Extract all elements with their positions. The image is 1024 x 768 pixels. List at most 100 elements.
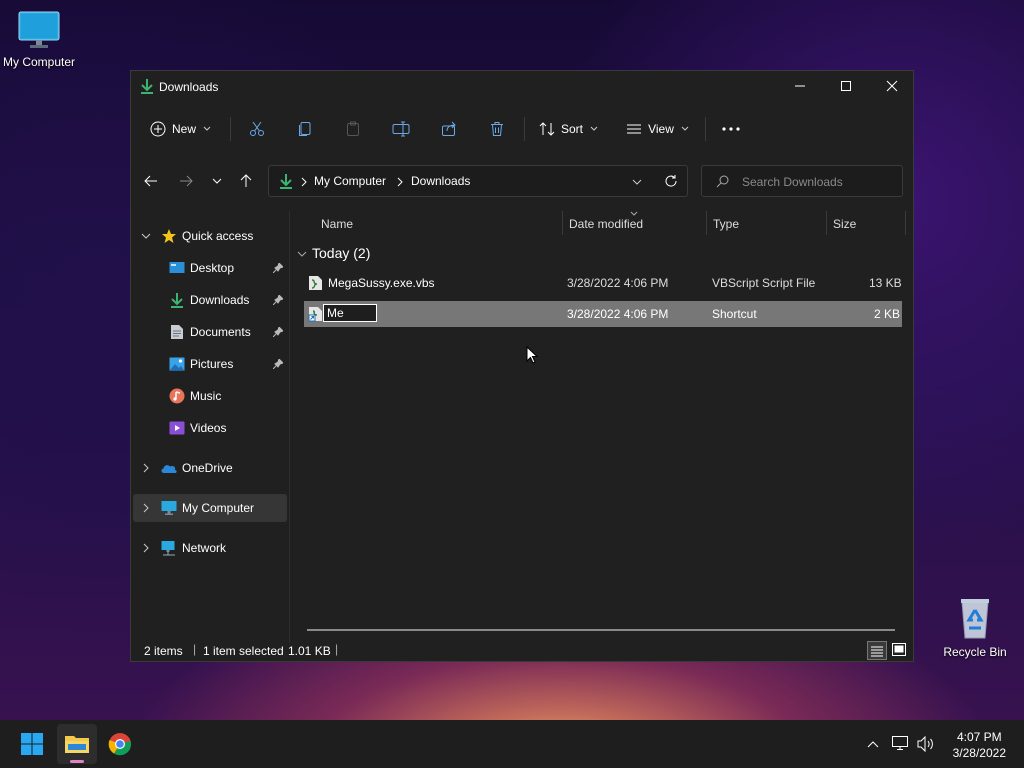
sidebar-divider[interactable] — [289, 211, 290, 643]
chevron-up-icon[interactable] — [866, 737, 880, 751]
file-name[interactable]: MegaSussy.exe.vbs — [328, 276, 435, 290]
close-button[interactable] — [869, 71, 915, 101]
pin-icon[interactable] — [273, 263, 283, 273]
sidebar-item-my-computer[interactable]: My Computer — [133, 494, 287, 522]
column-header-type[interactable]: Type — [713, 217, 739, 231]
delete-button[interactable] — [481, 109, 513, 149]
paste-button[interactable] — [337, 109, 369, 149]
refresh-icon[interactable] — [664, 174, 678, 188]
desktop-icon-recycle-bin[interactable]: Recycle Bin — [933, 596, 1017, 659]
chevron-right-icon[interactable] — [141, 543, 151, 553]
taskbar-clock[interactable]: 4:07 PM 3/28/2022 — [953, 729, 1006, 761]
arrow-left-icon — [144, 175, 157, 187]
forward-button[interactable] — [172, 167, 200, 195]
new-button[interactable]: New — [145, 109, 217, 149]
volume-icon[interactable] — [917, 736, 935, 752]
chevron-right-icon[interactable] — [141, 463, 151, 473]
column-separator[interactable] — [706, 211, 707, 235]
copy-button[interactable] — [289, 109, 321, 149]
maximize-icon — [841, 81, 851, 91]
sidebar-item-quick-access[interactable]: Quick access — [133, 222, 287, 250]
column-header-name[interactable]: Name — [321, 217, 353, 231]
taskbar-file-explorer[interactable] — [57, 724, 97, 764]
document-icon — [171, 325, 183, 339]
desktop-folder-icon — [169, 262, 185, 273]
column-header-size[interactable]: Size — [833, 217, 856, 231]
address-bar[interactable]: My Computer Downloads — [268, 165, 688, 197]
share-icon — [442, 121, 456, 136]
sidebar-item-label: Music — [190, 389, 222, 403]
sidebar-item-label: Quick access — [182, 229, 254, 243]
more-options-button[interactable] — [715, 109, 747, 149]
horizontal-scrollbar[interactable] — [307, 629, 895, 631]
details-view-button[interactable] — [867, 641, 887, 660]
mouse-cursor-icon — [526, 346, 539, 364]
pin-icon[interactable] — [273, 359, 283, 369]
table-row[interactable]: MegaSussy.exe.vbs 3/28/2022 4:06 PM VBSc… — [304, 270, 902, 296]
navigation-bar: My Computer Downloads — [131, 163, 913, 199]
breadcrumb-downloads[interactable]: Downloads — [411, 174, 470, 188]
file-row-megasussy[interactable] — [305, 340, 903, 366]
tiles-view-icon — [892, 643, 906, 656]
maximize-button[interactable] — [823, 71, 869, 101]
sidebar-item-desktop[interactable]: Desktop — [133, 254, 287, 282]
taskbar-chrome[interactable] — [100, 724, 140, 764]
chevron-down-icon — [590, 126, 598, 131]
sidebar-item-downloads[interactable]: Downloads — [133, 286, 287, 314]
sidebar-item-onedrive[interactable]: OneDrive — [133, 454, 287, 482]
sidebar-item-label: Pictures — [190, 357, 234, 371]
sidebar-item-network[interactable]: Network — [133, 534, 287, 562]
column-header-date[interactable]: Date modified — [569, 217, 643, 231]
search-input[interactable] — [740, 173, 894, 191]
sort-chevron-icon — [630, 211, 638, 216]
breadcrumb-my-computer[interactable]: My Computer — [314, 174, 386, 188]
arrow-up-icon — [240, 174, 252, 187]
column-separator[interactable] — [826, 211, 827, 235]
cut-button[interactable] — [241, 109, 273, 149]
sidebar-item-label: OneDrive — [182, 461, 233, 475]
start-button[interactable] — [12, 724, 52, 764]
title-bar[interactable]: Downloads — [131, 71, 913, 103]
up-button[interactable] — [232, 167, 260, 195]
sidebar-item-videos[interactable]: Videos — [133, 414, 287, 442]
chevron-right-icon[interactable] — [141, 503, 151, 513]
group-header-today[interactable]: Today (2) — [291, 244, 491, 264]
plus-circle-icon — [150, 121, 166, 137]
status-size: 1.01 KB — [288, 644, 331, 658]
sort-icon — [539, 122, 555, 136]
chevron-down-icon[interactable] — [631, 176, 643, 188]
navigation-pane: Quick access Desktop Downloads Documents — [131, 211, 289, 643]
network-status-icon[interactable] — [892, 736, 910, 752]
more-icon — [722, 127, 740, 131]
column-separator[interactable] — [562, 211, 563, 235]
share-button[interactable] — [433, 109, 465, 149]
sidebar-item-pictures[interactable]: Pictures — [133, 350, 287, 378]
delete-icon — [491, 122, 503, 136]
new-label: New — [171, 122, 196, 136]
back-button[interactable] — [137, 167, 165, 195]
tiles-view-button[interactable] — [890, 641, 908, 660]
pin-icon[interactable] — [273, 295, 283, 305]
minimize-button[interactable] — [777, 71, 823, 101]
view-button[interactable]: View — [623, 109, 693, 149]
clock-date: 3/28/2022 — [952, 746, 1006, 760]
group-label: Today (2) — [312, 245, 371, 261]
desktop-icon-my-computer[interactable]: My Computer — [0, 10, 81, 69]
status-selected: 1 item selected — [203, 644, 284, 658]
rename-input[interactable] — [323, 304, 377, 322]
view-label: View — [648, 122, 674, 136]
sort-button[interactable]: Sort — [535, 109, 603, 149]
chevron-down-icon — [212, 178, 222, 184]
download-icon — [280, 174, 292, 189]
rename-button[interactable] — [385, 109, 417, 149]
sidebar-item-documents[interactable]: Documents — [133, 318, 287, 346]
file-type: Shortcut — [712, 307, 757, 321]
recent-locations-button[interactable] — [203, 167, 231, 195]
sidebar-item-music[interactable]: Music — [133, 382, 287, 410]
chevron-right-icon — [301, 177, 307, 187]
column-separator[interactable] — [905, 211, 906, 235]
search-box[interactable] — [701, 165, 903, 197]
table-row-selected[interactable]: 3/28/2022 4:06 PM Shortcut 2 KB — [304, 301, 902, 327]
chevron-down-icon[interactable] — [141, 231, 151, 241]
pin-icon[interactable] — [273, 327, 283, 337]
